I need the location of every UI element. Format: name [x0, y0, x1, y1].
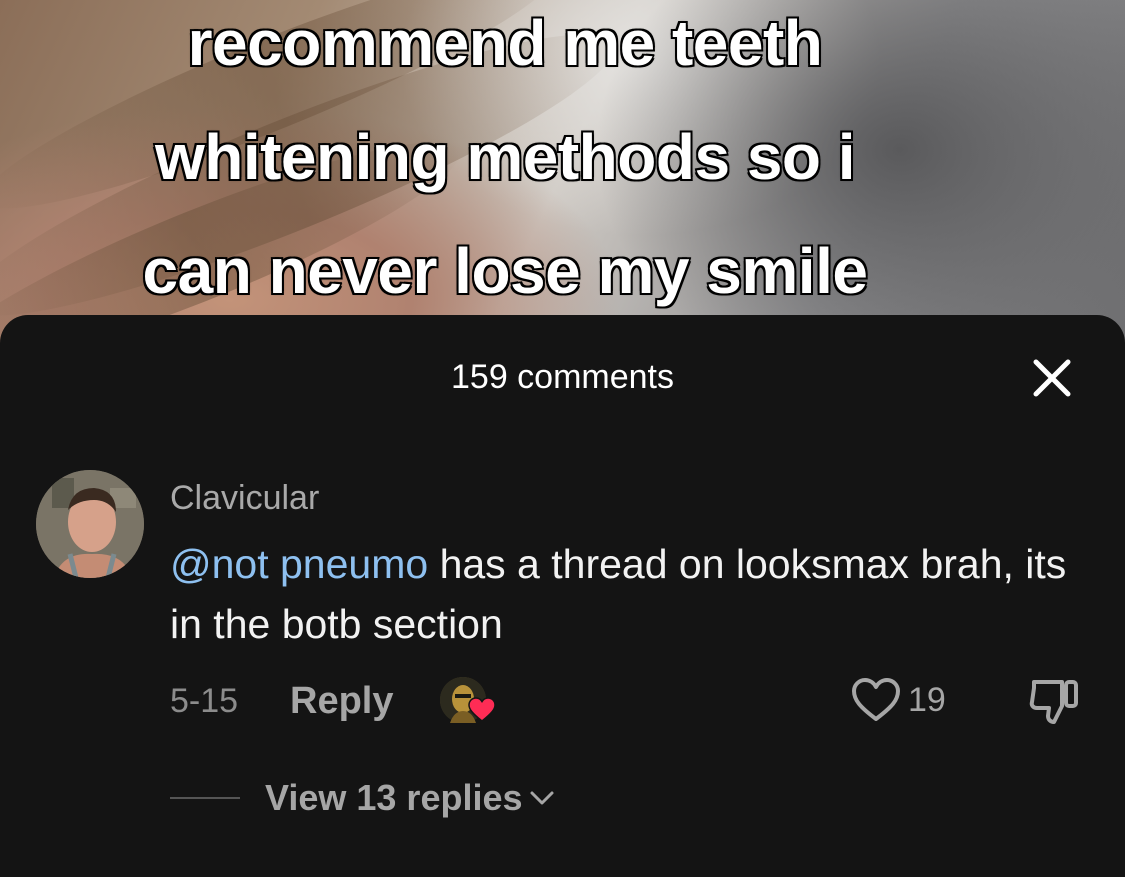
avatar-image — [36, 470, 144, 578]
comment-text: @not pneumo has a thread on looksmax bra… — [170, 534, 1070, 654]
view-replies-button[interactable]: View 13 replies — [265, 777, 555, 819]
like-button[interactable]: 19 — [850, 677, 946, 723]
comments-count-title: 159 comments — [451, 358, 674, 396]
comment-username[interactable]: Clavicular — [170, 478, 319, 518]
close-icon — [1033, 359, 1071, 397]
comment-date: 5-15 — [170, 682, 239, 720]
creator-liked-badge — [440, 677, 498, 727]
heart-outline-icon — [852, 678, 900, 721]
replies-divider — [170, 797, 240, 799]
reply-button[interactable]: Reply — [290, 679, 393, 723]
like-count: 19 — [908, 681, 946, 719]
mention-link[interactable]: @not pneumo — [170, 541, 428, 587]
heart-filled-icon — [468, 697, 496, 722]
avatar[interactable] — [36, 470, 144, 578]
video-caption: recommend me teeth whitening methods so … — [0, 0, 1010, 328]
close-button[interactable] — [1027, 353, 1077, 403]
dislike-button[interactable] — [1026, 676, 1082, 728]
video-background: recommend me teeth whitening methods so … — [0, 0, 1125, 345]
chevron-down-icon — [530, 791, 554, 805]
caption-line: recommend me teeth — [186, 6, 824, 81]
caption-line: whitening methods so i — [153, 120, 857, 195]
caption-line: can never lose my smile — [141, 234, 869, 309]
thumbs-down-icon — [1029, 680, 1078, 724]
comments-sheet: 159 comments Clavicular @not pneumo has … — [0, 315, 1125, 877]
view-replies-label: View 13 replies — [265, 777, 523, 818]
